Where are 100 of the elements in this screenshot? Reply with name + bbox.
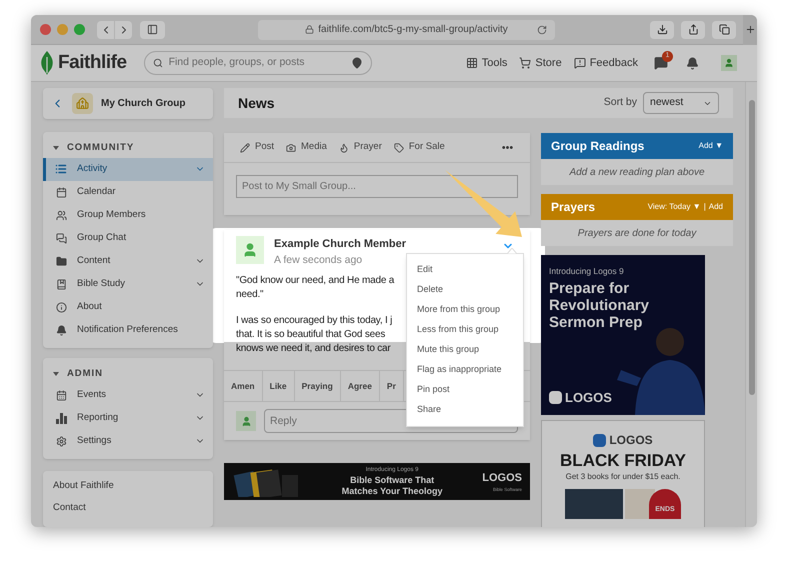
post-text: need." xyxy=(236,288,264,302)
ad-kicker: Introducing Logos 9 xyxy=(549,265,625,278)
sidebar-item[interactable]: Notification Preferences xyxy=(43,318,213,342)
tabs-button[interactable] xyxy=(712,20,736,38)
calendar-icon xyxy=(56,186,66,198)
menu-item[interactable]: Flag as inappropriate xyxy=(407,360,523,380)
separator-text: | xyxy=(704,201,706,213)
widget-body: Add a new reading plan above xyxy=(541,159,733,185)
sidebar-item-label: Content xyxy=(77,254,110,268)
nav-link[interactable]: Feedback xyxy=(574,54,638,72)
sidebar-item[interactable]: Bible Study xyxy=(43,272,213,296)
sidebar-item-label: Bible Study xyxy=(77,277,126,292)
menu-item[interactable]: More from this group xyxy=(407,300,523,320)
menu-item[interactable]: Edit xyxy=(407,260,523,280)
sidebar-item[interactable]: Calendar xyxy=(43,180,213,204)
footer-link[interactable]: About Faithlife xyxy=(53,478,203,494)
menu-item[interactable]: Less from this group xyxy=(407,320,523,340)
sidebar-item[interactable]: Settings xyxy=(43,430,213,453)
sidebar-item-label: Events xyxy=(77,388,106,402)
collapse-caret-icon[interactable] xyxy=(53,372,59,376)
sidebar-item[interactable]: About xyxy=(43,296,213,319)
footer-link[interactable]: Contact xyxy=(53,501,203,516)
group-name: My Church Group xyxy=(101,96,186,111)
location-pin-icon[interactable] xyxy=(350,57,363,69)
camera-icon xyxy=(286,142,296,152)
menu-item[interactable]: Mute this group xyxy=(407,340,523,360)
sidebar-toggle-button[interactable] xyxy=(140,20,165,38)
new-tab-button[interactable] xyxy=(743,15,757,44)
scrollbar-thumb[interactable] xyxy=(748,100,754,395)
sidebar-item-label: Group Chat xyxy=(77,231,126,246)
sermon-ad[interactable]: Introducing Logos 9 Prepare for Revolutionary Sermon Prep LOGOS xyxy=(541,255,705,415)
logos-logo-text: LOGOS xyxy=(609,432,653,449)
post-text: that. It is so beautiful that God sees xyxy=(236,328,386,342)
composer-tab[interactable]: Prayer xyxy=(338,140,382,155)
sidebar-item-label: Activity xyxy=(77,162,108,176)
leaf-logo-icon[interactable] xyxy=(39,51,55,75)
sidebar-item[interactable]: Content xyxy=(43,250,213,273)
post-text: knows we need it, and desires to car xyxy=(236,342,391,356)
calendar-icon xyxy=(56,390,66,401)
ad-subline: Get 3 books for under $15 each. xyxy=(566,471,680,483)
avatar-button[interactable] xyxy=(721,55,737,71)
reaction-button[interactable]: Like xyxy=(262,371,295,402)
widget-title: Prayers xyxy=(551,199,596,216)
section-heading: ADMIN xyxy=(67,366,103,381)
plus-icon xyxy=(744,24,756,35)
post-time: A few seconds ago xyxy=(274,252,364,268)
settings-icon xyxy=(56,436,66,447)
menu-item[interactable]: Delete xyxy=(407,280,523,300)
cart-icon xyxy=(519,57,532,69)
search-icon xyxy=(152,58,163,68)
collapse-caret-icon[interactable] xyxy=(53,146,59,150)
logos-logo-text: LOGOS xyxy=(565,388,612,406)
logos-logo-text: LOGOS xyxy=(482,471,522,486)
download-icon xyxy=(656,24,668,35)
reload-icon[interactable] xyxy=(537,24,547,34)
flame-icon xyxy=(338,142,349,152)
download-button[interactable] xyxy=(650,20,674,38)
feedback-icon xyxy=(574,57,586,69)
avatar-icon xyxy=(236,411,256,432)
widget-title: Group Readings xyxy=(551,138,644,155)
composer-tab[interactable]: For Sale xyxy=(394,140,445,155)
post-input[interactable]: Post to My Small Group... xyxy=(236,175,518,198)
sidebar-item[interactable]: Group Members xyxy=(43,204,213,227)
search-bar[interactable]: Find people, groups, or posts xyxy=(144,51,372,75)
bell-icon[interactable] xyxy=(686,56,699,70)
info-icon xyxy=(56,302,66,313)
author-name[interactable]: Example Church Member xyxy=(274,236,406,252)
search-input[interactable]: Find people, groups, or posts xyxy=(168,55,345,71)
section-heading: COMMUNITY xyxy=(67,140,134,155)
logo-text[interactable]: Faithlife xyxy=(58,48,127,78)
sidebar-item[interactable]: Activity xyxy=(43,158,213,181)
composer-tab[interactable]: Post xyxy=(240,140,274,155)
reaction-button[interactable]: Agree xyxy=(340,371,380,402)
ad-headline: Bible Software That xyxy=(350,475,434,486)
reaction-button[interactable]: Pr xyxy=(380,371,404,402)
tabs-icon xyxy=(718,24,730,35)
sort-select[interactable]: newest xyxy=(643,92,719,114)
composer-tab[interactable]: Media xyxy=(286,140,327,155)
back-button[interactable] xyxy=(97,20,114,38)
nav-link[interactable]: Store xyxy=(519,54,562,72)
messages-icon[interactable] xyxy=(654,56,668,70)
sidebar-item[interactable]: Group Chat xyxy=(43,226,213,250)
reaction-button[interactable]: Praying xyxy=(294,371,341,402)
menu-item[interactable]: Pin post xyxy=(407,380,523,400)
address-bar[interactable]: faithlife.com/btc5-g-my-small-group/activity xyxy=(258,20,555,40)
lock-icon xyxy=(305,25,314,34)
forward-button[interactable] xyxy=(115,20,132,38)
sidebar-item[interactable]: Reporting xyxy=(43,406,213,430)
nav-link[interactable]: Tools xyxy=(466,54,508,72)
url-text: faithlife.com/btc5-g-my-small-group/activity xyxy=(318,23,508,37)
sidebar-item[interactable]: Events xyxy=(43,384,213,407)
share-button[interactable] xyxy=(681,20,705,38)
ad-headline: BLACK FRIDAY xyxy=(560,451,686,471)
ad-headline: Prepare for Revolutionary Sermon Prep xyxy=(549,280,650,331)
reaction-button[interactable]: Amen xyxy=(224,371,263,402)
scrollbar[interactable] xyxy=(745,82,757,527)
widget-link[interactable]: Add ▼ xyxy=(698,140,723,152)
people-icon xyxy=(56,210,66,221)
book-cover-placeholder xyxy=(565,489,623,519)
bar-chart-icon xyxy=(56,412,66,424)
